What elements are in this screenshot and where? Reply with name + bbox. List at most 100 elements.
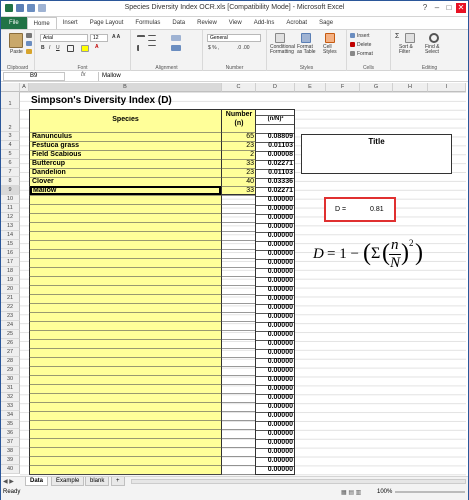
column-header-h[interactable]: H bbox=[393, 83, 428, 92]
font-color-icon[interactable]: A bbox=[95, 44, 99, 50]
row-header[interactable]: 16 bbox=[1, 249, 20, 258]
row-header[interactable]: 17 bbox=[1, 258, 20, 267]
ratio-cell-empty[interactable]: 0.00000 bbox=[256, 259, 293, 266]
species-cell[interactable]: Festuca grass bbox=[32, 142, 79, 149]
borders-icon[interactable] bbox=[67, 45, 74, 52]
row-header[interactable]: 12 bbox=[1, 213, 20, 222]
row-header[interactable]: 28 bbox=[1, 357, 20, 366]
row-header[interactable]: 24 bbox=[1, 321, 20, 330]
align-top-icon[interactable] bbox=[137, 35, 145, 41]
sheet-tab-example[interactable]: Example bbox=[51, 477, 85, 486]
sheet-nav-icon[interactable]: ◀ ▶ bbox=[3, 478, 14, 485]
column-header-e[interactable]: E bbox=[295, 83, 326, 92]
ratio-cell-empty[interactable]: 0.00000 bbox=[256, 304, 293, 311]
italic-icon[interactable]: I bbox=[49, 45, 50, 51]
ratio-cell-empty[interactable]: 0.00000 bbox=[256, 367, 293, 374]
delete-cells-icon[interactable] bbox=[350, 42, 355, 47]
format-as-table-label[interactable]: Format as Table bbox=[297, 45, 317, 55]
row-header[interactable]: 23 bbox=[1, 312, 20, 321]
number-cell[interactable]: 2 bbox=[222, 151, 254, 158]
species-cell[interactable]: Field Scabious bbox=[32, 151, 81, 158]
copy-icon[interactable] bbox=[26, 41, 32, 46]
row-header[interactable]: 2 bbox=[1, 109, 20, 132]
decimal-icon[interactable]: .0 .00 bbox=[237, 45, 250, 51]
tab-review[interactable]: Review bbox=[191, 17, 223, 29]
minimize-icon[interactable]: – bbox=[432, 3, 442, 13]
row-header[interactable]: 20 bbox=[1, 285, 20, 294]
horizontal-scrollbar[interactable] bbox=[131, 479, 466, 484]
ratio-cell-empty[interactable]: 0.00000 bbox=[256, 268, 293, 275]
number-cell[interactable]: 65 bbox=[222, 133, 254, 140]
formula-input[interactable]: Mallow bbox=[98, 72, 466, 81]
ratio-cell-empty[interactable]: 0.00000 bbox=[256, 241, 293, 248]
ratio-cell-empty[interactable]: 0.00000 bbox=[256, 196, 293, 203]
species-cell[interactable]: Buttercup bbox=[32, 160, 65, 167]
insert-cells-button[interactable]: Insert bbox=[357, 33, 370, 39]
row-header[interactable]: 37 bbox=[1, 438, 20, 447]
row-header[interactable]: 21 bbox=[1, 294, 20, 303]
row-header[interactable]: 33 bbox=[1, 402, 20, 411]
ratio-cell-empty[interactable]: 0.00000 bbox=[256, 277, 293, 284]
align-middle-icon[interactable] bbox=[148, 35, 156, 41]
column-header-f[interactable]: F bbox=[326, 83, 360, 92]
ratio-cell-empty[interactable]: 0.00000 bbox=[256, 430, 293, 437]
insert-function-icon[interactable]: fx bbox=[81, 72, 86, 78]
tab-add-ins[interactable]: Add-Ins bbox=[248, 17, 281, 29]
row-header[interactable]: 4 bbox=[1, 141, 20, 150]
ratio-cell-empty[interactable]: 0.00000 bbox=[256, 385, 293, 392]
find-select-label[interactable]: Find & Select bbox=[425, 45, 449, 55]
new-sheet-icon[interactable]: + bbox=[111, 477, 125, 486]
conditional-formatting-label[interactable]: Conditional Formatting bbox=[270, 45, 295, 55]
row-header[interactable]: 26 bbox=[1, 339, 20, 348]
font-size-select[interactable]: 12 bbox=[90, 34, 108, 42]
insert-cells-icon[interactable] bbox=[350, 33, 355, 38]
wrap-text-icon[interactable] bbox=[171, 35, 181, 41]
bold-icon[interactable]: B bbox=[41, 45, 45, 51]
ratio-cell-empty[interactable]: 0.00000 bbox=[256, 331, 293, 338]
row-header[interactable]: 27 bbox=[1, 348, 20, 357]
row-header[interactable]: 9 bbox=[1, 186, 20, 195]
sort-filter-icon[interactable] bbox=[405, 33, 415, 43]
ratio-cell-empty[interactable]: 0.00000 bbox=[256, 457, 293, 464]
row-header[interactable]: 40 bbox=[1, 465, 20, 474]
format-cells-icon[interactable] bbox=[350, 51, 355, 56]
row-header[interactable]: 7 bbox=[1, 168, 20, 177]
name-box[interactable]: B9 bbox=[3, 72, 65, 81]
ratio-cell-empty[interactable]: 0.00000 bbox=[256, 295, 293, 302]
title-box[interactable]: Title bbox=[301, 134, 452, 174]
number-cell[interactable]: 33 bbox=[222, 160, 254, 167]
find-select-icon[interactable] bbox=[429, 33, 439, 43]
row-header[interactable]: 19 bbox=[1, 276, 20, 285]
ratio-cell[interactable]: 0.08809 bbox=[256, 133, 293, 140]
row-header[interactable]: 18 bbox=[1, 267, 20, 276]
species-cell-selected[interactable]: Mallow bbox=[30, 186, 221, 195]
close-icon[interactable]: ✕ bbox=[456, 3, 466, 13]
row-header[interactable]: 25 bbox=[1, 330, 20, 339]
format-cells-button[interactable]: Format bbox=[357, 51, 373, 57]
row-header[interactable]: 3 bbox=[1, 132, 20, 141]
format-painter-icon[interactable] bbox=[26, 49, 32, 54]
delete-cells-button[interactable]: Delete bbox=[357, 42, 371, 48]
ratio-cell-empty[interactable]: 0.00000 bbox=[256, 340, 293, 347]
row-header[interactable]: 35 bbox=[1, 420, 20, 429]
conditional-formatting-icon[interactable] bbox=[275, 33, 285, 43]
ratio-cell[interactable]: 0.02271 bbox=[256, 187, 293, 194]
column-header-i[interactable]: I bbox=[428, 83, 466, 92]
column-header-a[interactable]: A bbox=[20, 83, 29, 92]
select-all-corner[interactable] bbox=[1, 83, 20, 92]
ratio-cell-empty[interactable]: 0.00000 bbox=[256, 466, 293, 473]
tab-acrobat[interactable]: Acrobat bbox=[280, 17, 313, 29]
cut-icon[interactable] bbox=[26, 33, 32, 38]
row-header[interactable]: 39 bbox=[1, 456, 20, 465]
row-header[interactable]: 32 bbox=[1, 393, 20, 402]
column-header-c[interactable]: C bbox=[222, 83, 256, 92]
row-header[interactable]: 5 bbox=[1, 150, 20, 159]
ratio-cell-empty[interactable]: 0.00000 bbox=[256, 358, 293, 365]
tab-page-layout[interactable]: Page Layout bbox=[84, 17, 130, 29]
tab-file[interactable]: File bbox=[1, 17, 27, 29]
number-cell[interactable]: 23 bbox=[222, 169, 254, 176]
row-header[interactable]: 10 bbox=[1, 195, 20, 204]
view-buttons-icon[interactable]: ▦ ▤ ▥ bbox=[341, 489, 361, 496]
ratio-cell-empty[interactable]: 0.00000 bbox=[256, 322, 293, 329]
row-header[interactable]: 36 bbox=[1, 429, 20, 438]
